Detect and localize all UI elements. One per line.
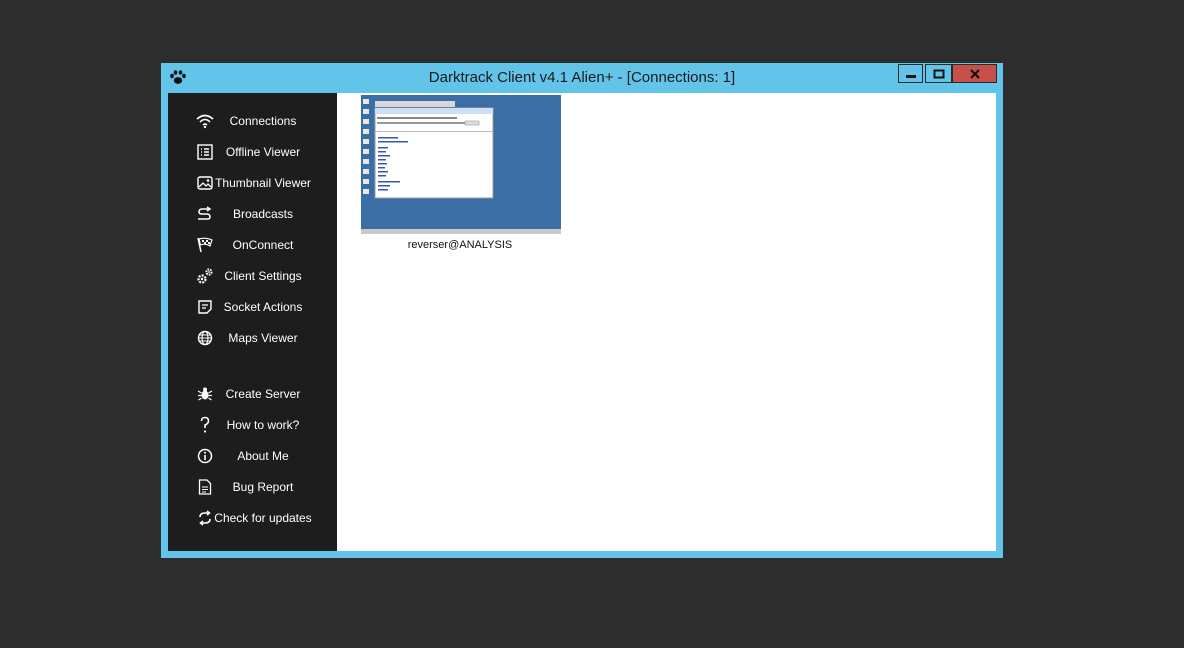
checkered-flag-icon	[195, 235, 215, 255]
thumbnail-viewer-area: reverser@ANALYSIS	[337, 93, 996, 551]
title-bar[interactable]: Darktrack Client v4.1 Alien+ - [Connecti…	[161, 63, 1003, 93]
sidebar-item-label: Broadcasts	[232, 207, 294, 221]
sidebar-item-broadcasts[interactable]: Broadcasts	[168, 200, 337, 228]
sidebar: Connections Offline Viewer Thumbnail Vie…	[168, 93, 337, 551]
sidebar-item-label: Connections	[229, 114, 297, 128]
sidebar-item-thumbnail-viewer[interactable]: Thumbnail Viewer	[168, 169, 337, 197]
sidebar-item-about-me[interactable]: About Me	[168, 442, 337, 470]
sidebar-item-label: About Me	[237, 449, 289, 463]
sidebar-item-label: Check for updates	[214, 511, 312, 525]
maximize-button[interactable]	[925, 64, 952, 83]
close-icon	[969, 68, 980, 79]
maximize-icon	[933, 69, 944, 78]
sidebar-item-label: How to work?	[226, 418, 300, 432]
sidebar-item-create-server[interactable]: Create Server	[168, 380, 337, 408]
sidebar-item-connections[interactable]: Connections	[168, 107, 337, 135]
remote-desktop-screenshot	[361, 95, 561, 234]
client-thumbnail[interactable]	[361, 95, 561, 234]
minimize-button[interactable]	[898, 64, 923, 83]
client-thumbnail-caption: reverser@ANALYSIS	[407, 239, 513, 251]
sidebar-item-onconnect[interactable]: OnConnect	[168, 231, 337, 259]
picture-icon	[195, 173, 215, 193]
sidebar-item-label: Thumbnail Viewer	[215, 176, 311, 190]
report-icon	[195, 477, 215, 497]
globe-icon	[195, 328, 215, 348]
sidebar-item-label: Create Server	[225, 387, 301, 401]
wifi-icon	[195, 111, 215, 131]
sidebar-item-socket-actions[interactable]: Socket Actions	[168, 293, 337, 321]
gears-icon	[195, 266, 215, 286]
sidebar-item-maps-viewer[interactable]: Maps Viewer	[168, 324, 337, 352]
refresh-icon	[195, 508, 215, 528]
info-icon	[195, 446, 215, 466]
sidebar-item-label: Bug Report	[232, 480, 294, 494]
sidebar-item-label: Socket Actions	[223, 300, 303, 314]
sidebar-item-label: Client Settings	[224, 269, 302, 283]
sidebar-item-offline-viewer[interactable]: Offline Viewer	[168, 138, 337, 166]
sidebar-item-check-for-updates[interactable]: Check for updates	[168, 504, 337, 532]
minimize-icon	[905, 74, 916, 78]
sidebar-item-label: Offline Viewer	[225, 145, 301, 159]
bug-icon	[195, 384, 215, 404]
note-icon	[195, 297, 215, 317]
sidebar-item-label: Maps Viewer	[228, 331, 298, 345]
window-title: Darktrack Client v4.1 Alien+ - [Connecti…	[428, 69, 736, 86]
question-icon	[195, 415, 215, 435]
app-window: Darktrack Client v4.1 Alien+ - [Connecti…	[161, 63, 1003, 558]
sidebar-item-label: OnConnect	[232, 238, 294, 252]
close-button[interactable]	[952, 64, 997, 83]
sidebar-item-how-to-work[interactable]: How to work?	[168, 411, 337, 439]
sidebar-item-client-settings[interactable]: Client Settings	[168, 262, 337, 290]
list-icon	[195, 142, 215, 162]
broadcast-arrow-icon	[195, 204, 215, 224]
sidebar-item-bug-report[interactable]: Bug Report	[168, 473, 337, 501]
